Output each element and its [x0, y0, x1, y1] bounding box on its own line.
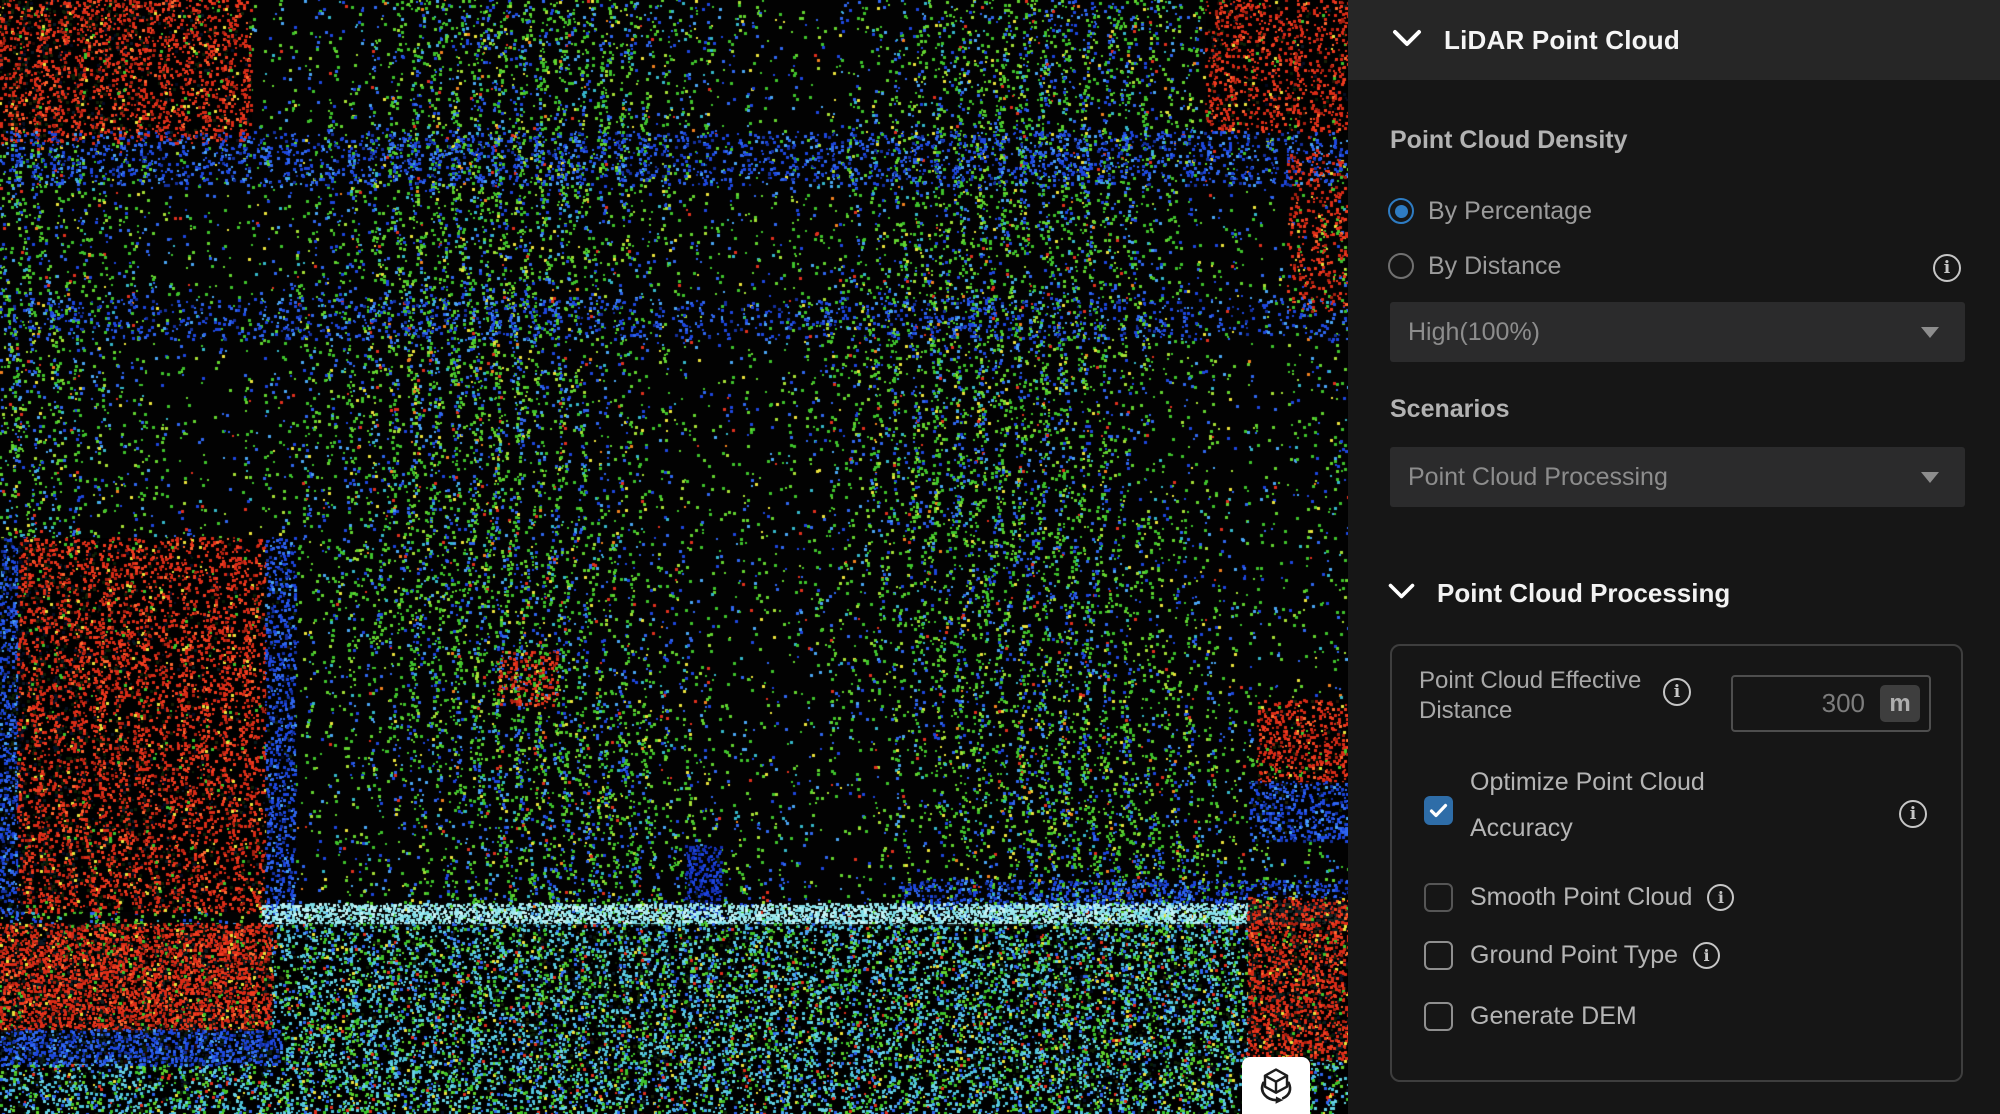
processing-section-title: Point Cloud Processing	[1437, 578, 1730, 609]
info-icon[interactable]: i	[1933, 254, 1961, 282]
checkbox-unchecked-icon[interactable]	[1424, 1002, 1453, 1031]
lidar-section-header[interactable]: LiDAR Point Cloud	[1348, 0, 2000, 80]
processing-options-group: Point Cloud Effective Distance i 300 m O…	[1390, 644, 1963, 1082]
checkbox-unchecked-icon[interactable]	[1424, 883, 1453, 912]
radio-selected-icon[interactable]	[1388, 198, 1414, 224]
smooth-point-cloud-row[interactable]: Smooth Point Cloud i	[1424, 883, 1734, 912]
chevron-down-icon	[1392, 29, 1422, 52]
view-cube-button[interactable]	[1242, 1057, 1310, 1114]
density-dropdown[interactable]: High(100%)	[1390, 302, 1965, 362]
checkbox-checked-icon[interactable]	[1424, 796, 1453, 825]
app-window: LiDAR Point Cloud Point Cloud Density By…	[0, 0, 2000, 1114]
effective-distance-value: 300	[1822, 688, 1865, 719]
scenarios-label: Scenarios	[1390, 395, 1510, 424]
optimize-accuracy-row[interactable]	[1424, 796, 1453, 825]
point-cloud-viewport[interactable]	[0, 0, 1348, 1114]
scenario-dropdown[interactable]: Point Cloud Processing	[1390, 447, 1965, 507]
chevron-down-icon	[1388, 583, 1415, 604]
optimize-accuracy-label: Optimize Point Cloud Accuracy	[1470, 759, 1760, 851]
radio-by-distance[interactable]: By Distance	[1388, 251, 1561, 281]
effective-distance-label: Point Cloud Effective Distance	[1419, 666, 1674, 726]
radio-unselected-icon[interactable]	[1388, 253, 1414, 279]
radio-by-percentage[interactable]: By Percentage	[1388, 196, 1592, 226]
unit-badge: m	[1880, 685, 1920, 722]
ground-point-type-row[interactable]: Ground Point Type i	[1424, 941, 1720, 970]
panel-title: LiDAR Point Cloud	[1444, 25, 1680, 56]
generate-dem-row[interactable]: Generate DEM	[1424, 1002, 1637, 1031]
info-icon[interactable]: i	[1693, 942, 1720, 969]
checkbox-unchecked-icon[interactable]	[1424, 941, 1453, 970]
settings-panel: LiDAR Point Cloud Point Cloud Density By…	[1348, 0, 2000, 1114]
effective-distance-input[interactable]: 300 m	[1731, 675, 1931, 732]
density-section-label: Point Cloud Density	[1390, 126, 1628, 155]
processing-section-header[interactable]: Point Cloud Processing	[1388, 578, 1730, 609]
cube-3d-rotate-icon	[1254, 1063, 1298, 1114]
caret-down-icon	[1921, 327, 1939, 338]
point-cloud-canvas[interactable]	[0, 0, 1348, 1114]
info-icon[interactable]: i	[1899, 800, 1927, 828]
caret-down-icon	[1921, 472, 1939, 483]
info-icon[interactable]: i	[1707, 884, 1734, 911]
info-icon[interactable]: i	[1663, 678, 1691, 706]
